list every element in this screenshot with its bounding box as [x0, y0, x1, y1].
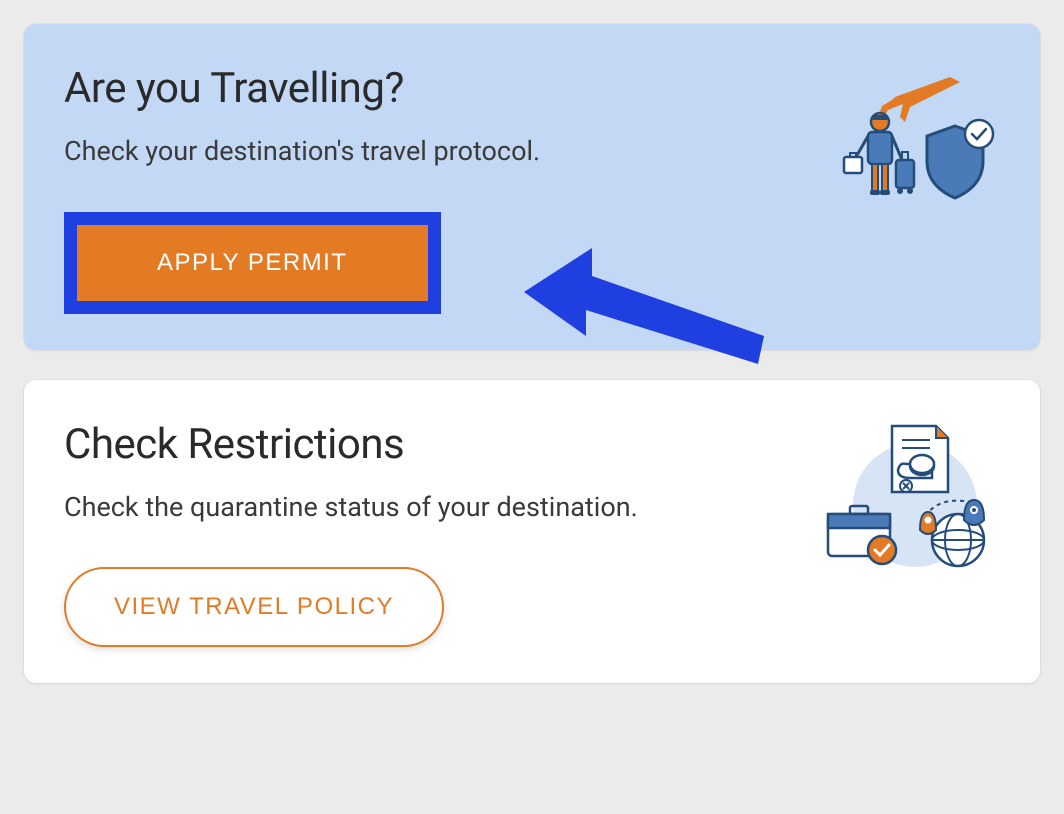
travel-card: Are you Travelling? Check your destinati…	[24, 24, 1040, 350]
restrictions-card: Check Restrictions Check the quarantine …	[24, 380, 1040, 684]
restrictions-card-description: Check the quarantine status of your dest…	[64, 487, 800, 528]
travel-card-description: Check your destination's travel protocol…	[64, 131, 800, 172]
document-briefcase-globe-icon	[820, 420, 1000, 580]
restrictions-card-text: Check Restrictions Check the quarantine …	[64, 420, 820, 648]
travel-illustration	[820, 64, 1000, 224]
restrictions-card-title: Check Restrictions	[64, 420, 800, 469]
restrictions-illustration	[820, 420, 1000, 580]
apply-permit-button[interactable]: APPLY PERMIT	[77, 225, 428, 301]
traveler-shield-plane-icon	[820, 64, 1000, 224]
apply-permit-highlight: APPLY PERMIT	[64, 212, 441, 314]
travel-card-title: Are you Travelling?	[64, 64, 800, 113]
restrictions-card-content: Check Restrictions Check the quarantine …	[64, 420, 1000, 648]
travel-card-text: Are you Travelling? Check your destinati…	[64, 64, 820, 314]
travel-card-content: Are you Travelling? Check your destinati…	[64, 64, 1000, 314]
view-travel-policy-button[interactable]: VIEW TRAVEL POLICY	[64, 567, 444, 647]
